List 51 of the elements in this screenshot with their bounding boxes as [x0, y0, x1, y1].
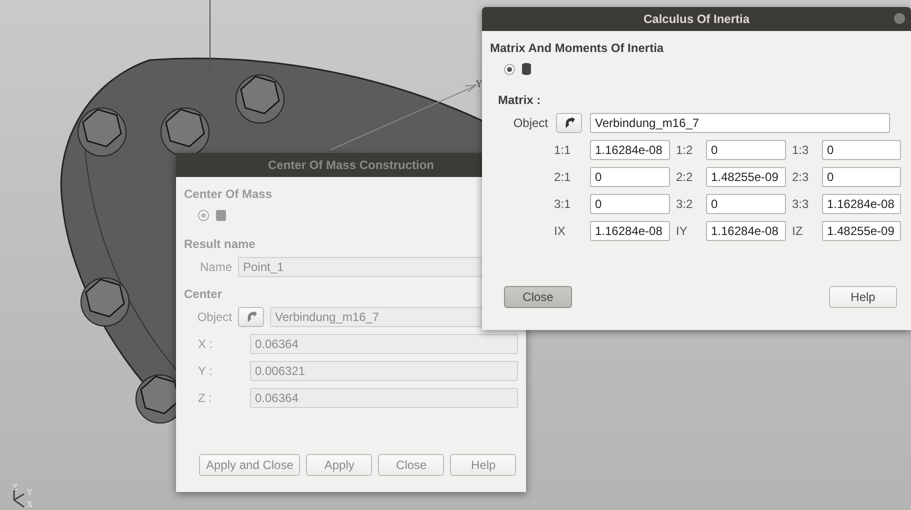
input-field[interactable]: 1.48255e-09 — [822, 221, 901, 241]
field-label: Name — [198, 260, 232, 274]
input-field[interactable]: 0 — [706, 140, 786, 160]
section-heading: Matrix : — [497, 92, 542, 109]
input-field[interactable]: 0 — [822, 140, 901, 160]
field-label: Object — [196, 310, 232, 324]
section-heading: Center Of Mass — [184, 186, 274, 203]
axis-label: Z — [12, 484, 18, 492]
input-field[interactable]: 1.16284e-08 — [590, 221, 670, 241]
field-label: IY — [675, 224, 688, 238]
field-label: IZ — [791, 224, 804, 238]
input-field[interactable]: 0 — [706, 194, 786, 214]
cylinder-icon — [522, 63, 531, 75]
input-field[interactable]: Verbindung_m16_7 — [590, 113, 890, 133]
dialog-button[interactable]: Help — [829, 286, 897, 308]
axis-label: X — [27, 501, 33, 509]
axis-label: Y — [476, 80, 482, 90]
curved-arrow-icon — [563, 117, 575, 129]
field-label: 2:2 — [675, 170, 694, 184]
curved-arrow-icon — [245, 311, 257, 323]
field-label: 1:1 — [554, 143, 572, 157]
window-title: Center Of Mass Construction — [268, 158, 434, 172]
section-heading: Center — [184, 286, 224, 303]
input-field[interactable]: 1.48255e-09 — [706, 167, 786, 187]
input-field[interactable]: 0 — [590, 167, 670, 187]
field-label: 2:3 — [791, 170, 810, 184]
field-label: IX — [554, 224, 566, 238]
close-icon[interactable] — [894, 13, 905, 24]
field-label: Y : — [198, 364, 214, 378]
input-field[interactable]: 1.16284e-08 — [706, 221, 786, 241]
field-label: 1:3 — [791, 143, 810, 157]
dialog-button[interactable]: Close — [504, 286, 572, 308]
axis-label: Y — [27, 489, 32, 497]
cube-icon — [216, 210, 226, 220]
input-field[interactable]: 1.16284e-08 — [822, 194, 901, 214]
field-label: X : — [198, 337, 214, 351]
input-field[interactable]: 0 — [590, 194, 670, 214]
select-button[interactable] — [556, 113, 582, 133]
field-label: 2:1 — [554, 170, 572, 184]
field-label: Object — [512, 116, 548, 130]
input-field[interactable]: 1.16284e-08 — [590, 140, 670, 160]
field-label: 1:2 — [675, 143, 694, 157]
field-label: 3:2 — [675, 197, 694, 211]
field-label: 3:1 — [554, 197, 572, 211]
field-label: Z : — [198, 391, 213, 405]
input-field[interactable]: 0 — [822, 167, 901, 187]
radio-button[interactable] — [504, 64, 515, 74]
section-heading: Matrix And Moments Of Inertia — [490, 40, 665, 57]
section-heading: Result name — [184, 236, 256, 253]
window-title: Calculus Of Inertia — [643, 12, 750, 26]
field-label: 3:3 — [791, 197, 810, 211]
